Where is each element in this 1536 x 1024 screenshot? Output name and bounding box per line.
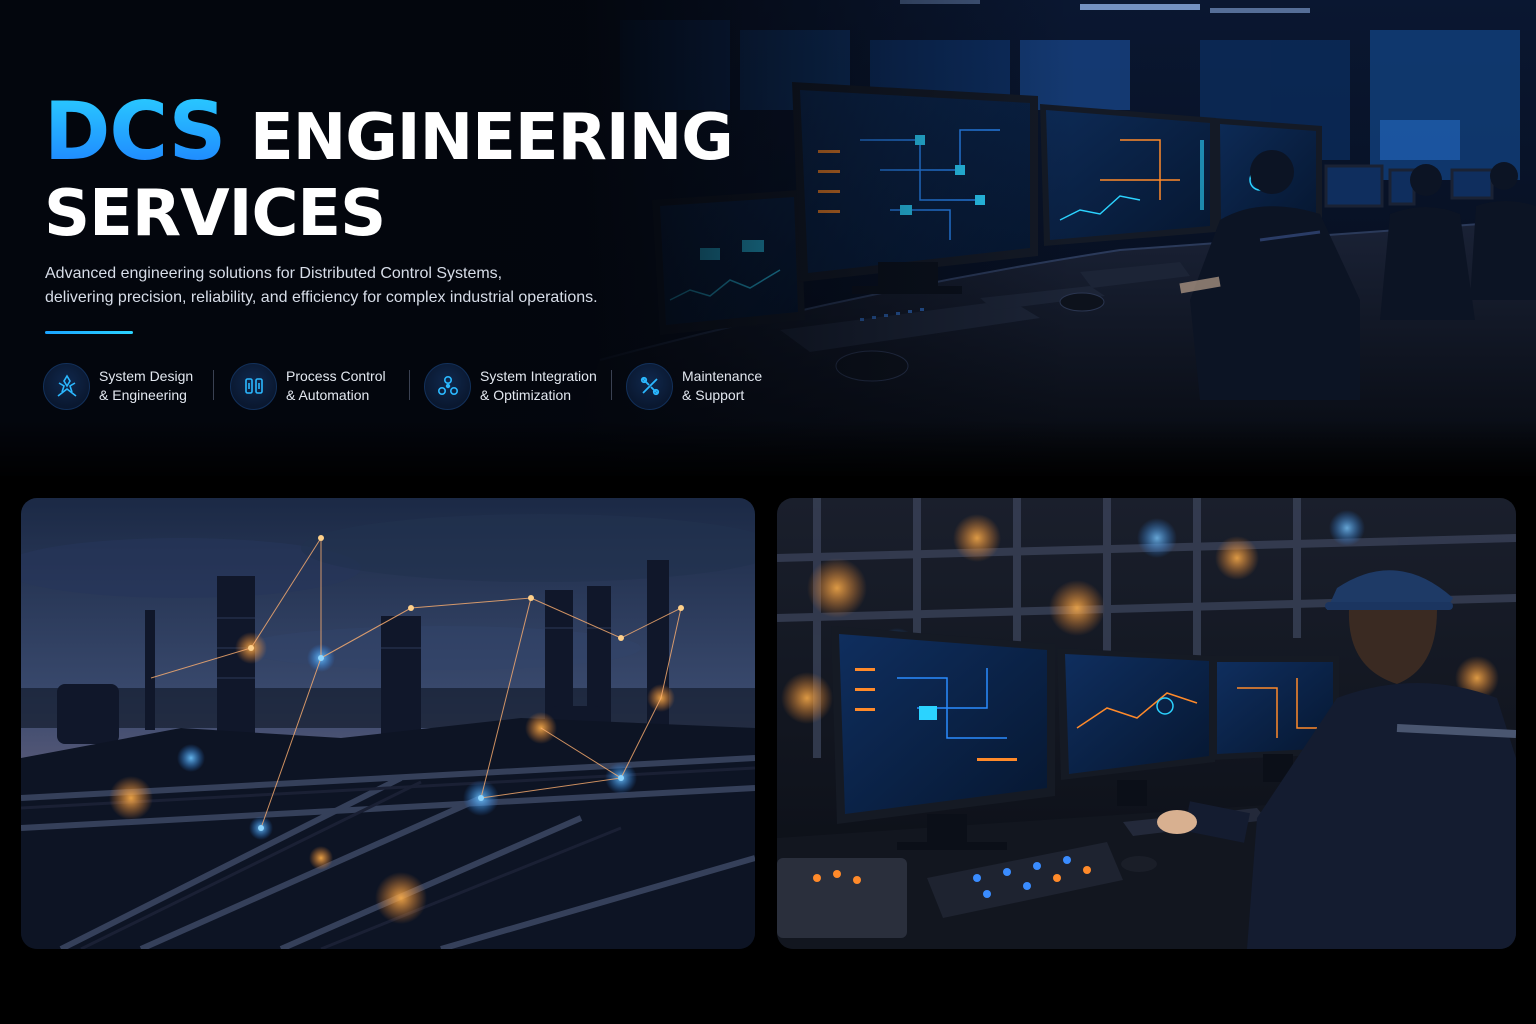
feature-separator [611,370,612,400]
title-accent: DCS [44,85,226,178]
feature-4-line2: & Support [682,387,745,403]
refinery-photo [21,498,755,949]
title-line2: SERVICES [44,177,386,251]
title-rest: ENGINEERING [249,101,734,175]
feature-list: System Design & Engineering Process Cont… [43,362,803,410]
subtitle-line-2: delivering precision, reliability, and e… [45,289,598,306]
hero-section: DCS ENGINEERING SERVICES Advanced engine… [0,0,1536,476]
feature-process-control: Process Control & Automation [230,362,386,410]
subtitle-line-1: Advanced engineering solutions for Distr… [45,265,503,282]
feature-3-line1: System Integration [480,368,597,384]
accent-divider [45,331,133,334]
feature-1-line1: System Design [99,368,194,384]
operator-control-photo [777,498,1516,949]
feature-1-line2: & Engineering [99,387,187,403]
feature-3-line2: & Optimization [480,387,572,403]
hero-subtitle: Advanced engineering solutions for Distr… [45,262,645,310]
feature-separator [409,370,410,400]
maintenance-wrench-icon [626,362,673,410]
feature-maintenance: Maintenance & Support [626,362,762,410]
feature-4-line1: Maintenance [682,368,763,384]
feature-system-design: System Design & Engineering [43,362,193,410]
feature-2-line2: & Automation [286,387,370,403]
process-control-icon [230,362,277,410]
system-design-icon [43,362,90,410]
page-title: DCS ENGINEERING SERVICES [44,92,804,254]
feature-2-line1: Process Control [286,368,386,384]
feature-separator [213,370,214,400]
feature-system-integration: System Integration & Optimization [424,362,597,410]
system-integration-icon [424,362,471,410]
